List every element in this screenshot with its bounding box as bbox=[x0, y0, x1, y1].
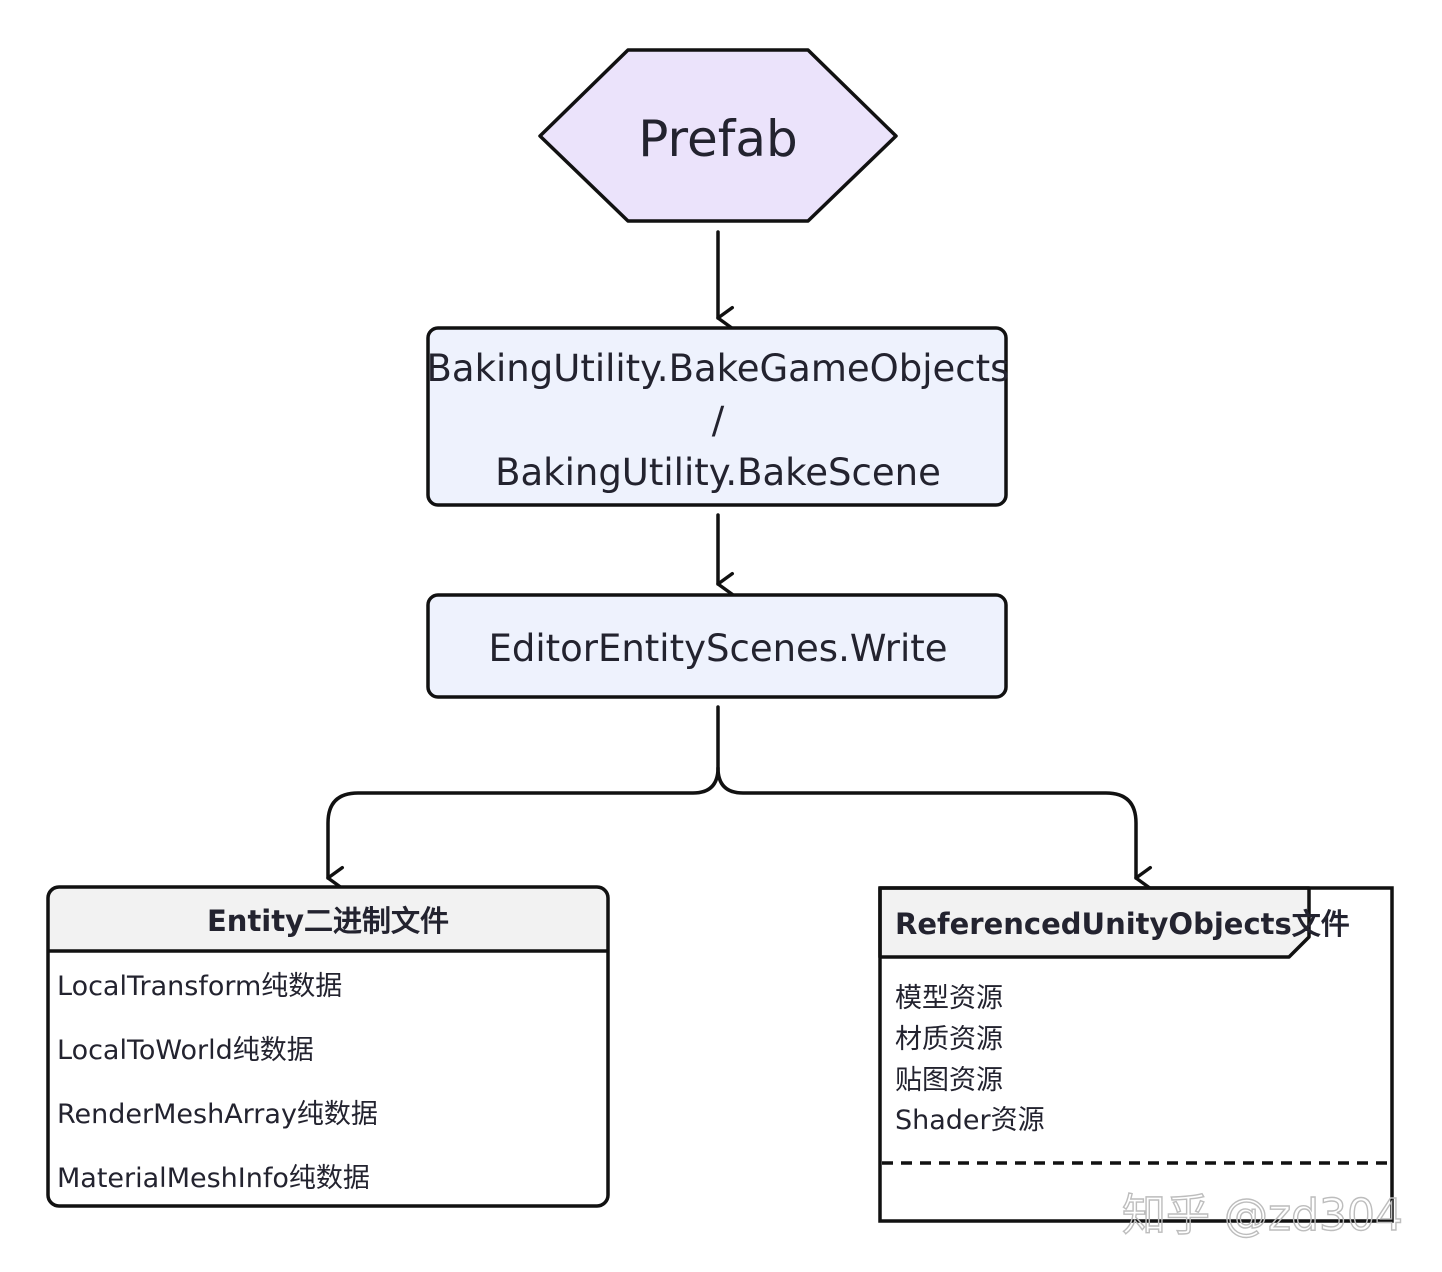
ref-objects-item: 材质资源 bbox=[895, 1024, 1003, 1055]
bake-label-separator: / bbox=[712, 399, 725, 442]
flow-diagram: Prefab BakingUtility.BakeGameObjects / B… bbox=[46, 48, 1404, 1242]
arrow-write-to-ref-objects bbox=[716, 766, 1152, 891]
entity-file-item: MaterialMeshInfo纯数据 bbox=[57, 1163, 370, 1194]
entity-file-item: RenderMeshArray纯数据 bbox=[57, 1099, 378, 1130]
ref-objects-node: ReferencedUnityObjects文件 模型资源 材质资源 贴图资源 … bbox=[878, 886, 1394, 1223]
ref-objects-item: 贴图资源 bbox=[895, 1065, 1003, 1096]
prefab-node: Prefab bbox=[538, 48, 898, 223]
watermark-text: 知乎 @zd304 bbox=[1122, 1190, 1403, 1241]
entity-file-item: LocalTransform纯数据 bbox=[57, 971, 342, 1002]
bake-node: BakingUtility.BakeGameObjects / BakingUt… bbox=[426, 326, 1010, 507]
write-label: EditorEntityScenes.Write bbox=[488, 627, 947, 670]
entity-file-header-label: Entity二进制文件 bbox=[207, 904, 449, 938]
entity-file-node: Entity二进制文件 LocalTransform纯数据 LocalToWor… bbox=[46, 885, 610, 1208]
entity-file-item: LocalToWorld纯数据 bbox=[57, 1035, 314, 1066]
ref-objects-item: Shader资源 bbox=[895, 1105, 1045, 1136]
ref-objects-item: 模型资源 bbox=[895, 983, 1003, 1014]
bake-label-line-2: BakingUtility.BakeScene bbox=[495, 451, 941, 494]
prefab-label: Prefab bbox=[638, 110, 797, 168]
write-node: EditorEntityScenes.Write bbox=[426, 593, 1008, 699]
arrow-write-to-entity-file bbox=[326, 705, 720, 891]
bake-label-line-1: BakingUtility.BakeGameObjects bbox=[427, 347, 1010, 390]
ref-objects-header-label: ReferencedUnityObjects文件 bbox=[895, 907, 1350, 941]
